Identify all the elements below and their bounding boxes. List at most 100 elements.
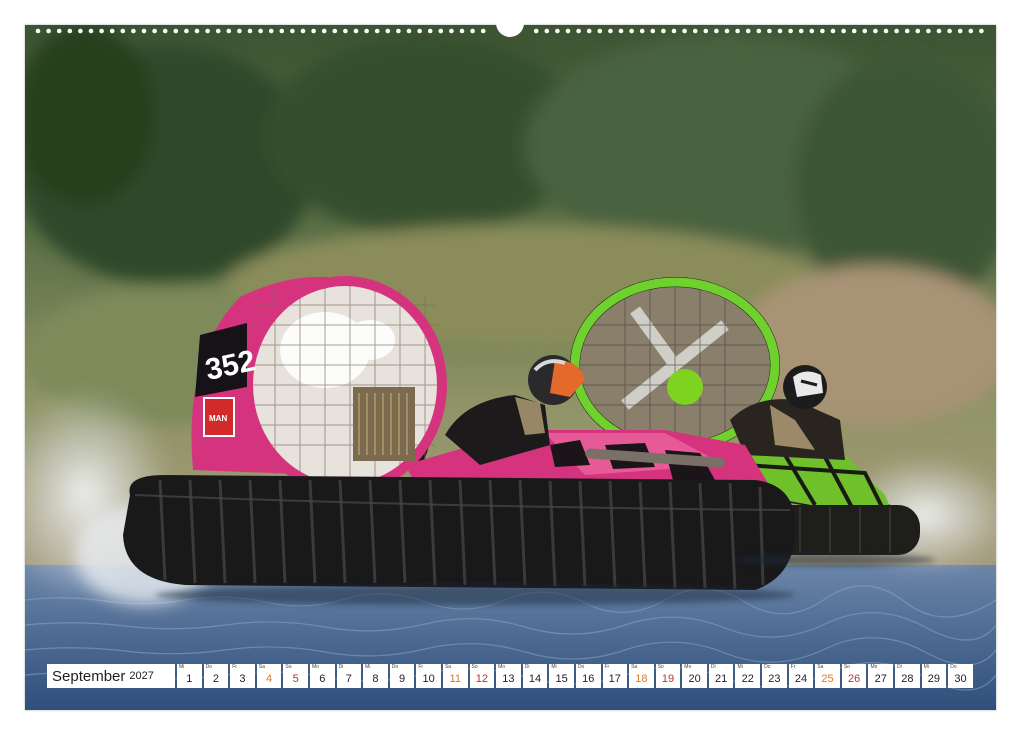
month-name: September: [52, 667, 126, 685]
day-abbr: So: [471, 664, 478, 670]
binding-dot: [374, 28, 380, 34]
binding-dot: [46, 28, 51, 34]
day-cell: Mo 13: [496, 664, 521, 688]
day-cell: Sa 11: [442, 664, 468, 688]
binding-dot: [555, 28, 560, 34]
day-cell: So 19: [655, 664, 681, 688]
binding-dot: [321, 28, 327, 34]
binding-dot: [968, 28, 974, 34]
day-number: 14: [528, 673, 542, 685]
binding-dot: [152, 28, 157, 34]
day-cell: Fr 17: [602, 664, 628, 688]
day-cell: Mo 6: [309, 664, 335, 688]
day-cell: Fr 10: [416, 664, 441, 688]
day-abbr: Do: [577, 664, 585, 670]
day-abbr: Fr: [232, 664, 237, 670]
binding-dot: [915, 28, 921, 34]
binding-dot: [894, 28, 899, 34]
binding-dot: [78, 28, 83, 34]
day-number: 11: [449, 673, 461, 685]
binding-dot: [661, 28, 666, 34]
day-abbr: Do: [205, 664, 212, 670]
binding-dot: [364, 28, 369, 34]
day-abbr: Mi: [179, 664, 185, 670]
binding-dot: [820, 28, 825, 34]
day-abbr: Di: [524, 664, 530, 670]
day-abbr: So: [285, 664, 292, 670]
day-number: 9: [398, 673, 406, 685]
day-number: 22: [741, 673, 754, 685]
day-cell: Di 21: [708, 664, 734, 688]
binding-dot: [904, 28, 910, 34]
binding-dot: [576, 28, 581, 34]
day-number: 3: [239, 673, 246, 685]
binding-dot: [449, 28, 454, 34]
day-cell: Sa 18: [629, 664, 654, 688]
binding-dot: [109, 28, 115, 34]
day-cell: Fr 3: [230, 664, 255, 688]
day-cell: Mi 1: [177, 664, 202, 688]
day-abbr: Di: [338, 664, 344, 670]
day-number: 30: [954, 673, 967, 685]
binding-dot: [247, 28, 253, 34]
sponsor-logo: MAN: [209, 414, 227, 423]
day-number: 18: [635, 673, 648, 685]
day-number: 12: [475, 673, 488, 685]
binding-dot: [184, 28, 189, 34]
day-number: 7: [345, 673, 352, 685]
binding-dot: [385, 28, 391, 34]
day-abbr: Mi: [551, 664, 557, 670]
binding-dot: [947, 28, 952, 34]
binding-dot: [777, 28, 783, 34]
day-abbr: Do: [391, 664, 399, 670]
binding-dot: [290, 28, 295, 34]
day-cell: Sa 25: [815, 664, 840, 688]
binding-dot: [120, 28, 126, 34]
binding-dot: [830, 28, 836, 34]
day-number: 16: [582, 673, 595, 685]
day-abbr: Sa: [444, 664, 452, 670]
day-number: 19: [661, 673, 675, 685]
day-number: 28: [901, 673, 914, 685]
day-abbr: Mo: [498, 664, 506, 670]
day-cell: Fr 24: [788, 664, 814, 688]
day-cell: Do 9: [389, 664, 415, 688]
binding-dot: [173, 28, 179, 34]
binding-dot: [735, 28, 740, 34]
binding-dot: [311, 28, 316, 34]
binding-dot: [957, 28, 963, 34]
day-abbr: Sa: [817, 664, 824, 670]
binding-dot: [131, 28, 136, 34]
day-number: 13: [502, 673, 515, 685]
day-abbr: Mo: [870, 664, 878, 670]
day-abbr: Di: [897, 664, 902, 670]
binding-dot: [417, 28, 422, 34]
binding-dot: [692, 28, 698, 34]
binding-dot: [56, 28, 62, 34]
binding-dot: [226, 28, 232, 34]
day-cell: Mo 27: [868, 664, 894, 688]
binding-dot: [162, 28, 168, 34]
binding-dot: [406, 28, 412, 34]
binding-dot: [851, 28, 857, 34]
month-year: 2027: [129, 670, 154, 682]
binding-dot: [682, 28, 687, 34]
day-cell: Mi 22: [735, 664, 761, 688]
binding-dot: [88, 28, 94, 34]
day-abbr: Fr: [790, 664, 796, 670]
day-number: 6: [319, 673, 326, 685]
binding-dot: [268, 28, 274, 34]
day-number: 10: [422, 673, 435, 685]
day-cell: So 12: [469, 664, 495, 688]
binding-dot: [798, 28, 804, 34]
binding-dot: [544, 28, 550, 34]
binding-dot: [99, 28, 104, 34]
binding-dot: [533, 28, 539, 34]
day-cell: So 5: [283, 664, 308, 688]
day-number: 24: [794, 673, 808, 685]
binding-dot: [608, 28, 613, 34]
binding-dot: [745, 28, 751, 34]
binding-dot: [565, 28, 571, 34]
binding-dot: [300, 28, 306, 34]
day-number: 5: [292, 673, 299, 685]
